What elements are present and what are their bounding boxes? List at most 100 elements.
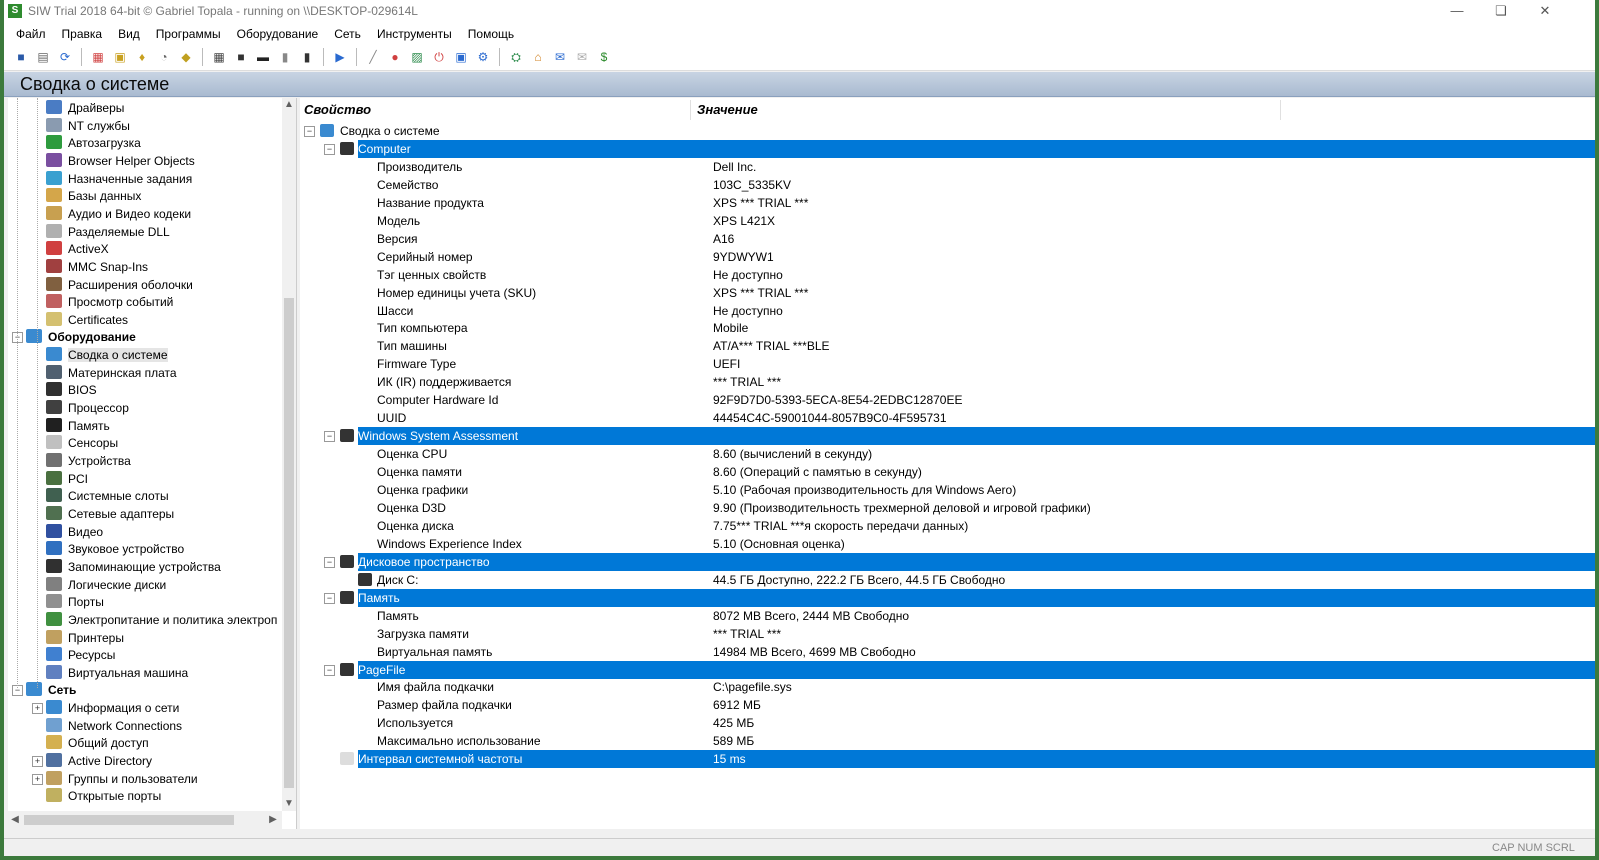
property-row[interactable]: Оценка графики 5.10 (Рабочая производител… (300, 481, 1595, 499)
property-row[interactable]: Максимально использование 589 МБ (300, 732, 1595, 750)
refresh-icon[interactable]: ⟳ (56, 48, 74, 66)
network-map-icon[interactable]: ⛭ (507, 48, 525, 66)
property-row[interactable]: Серийный номер 9YDWYW1 (300, 248, 1595, 266)
property-row[interactable]: Загрузка памяти *** TRIAL *** (300, 625, 1595, 643)
print-icon[interactable]: ▤ (34, 48, 52, 66)
tree-item[interactable]: Базы данных (46, 187, 141, 205)
section-row[interactable]: Computer − (300, 139, 1595, 158)
gear-icon[interactable]: ⚙ (474, 48, 492, 66)
collapse-icon[interactable]: − (304, 126, 315, 137)
menu-item[interactable]: Инструменты (369, 27, 460, 41)
column-divider[interactable] (690, 100, 691, 120)
minimize-button[interactable]: — (1435, 0, 1479, 24)
menu-item[interactable]: Файл (8, 27, 54, 41)
home-icon[interactable]: ⌂ (529, 48, 547, 66)
scroll-up-icon[interactable]: ▲ (282, 98, 296, 112)
section-row[interactable]: Windows System Assessment − (300, 427, 1595, 446)
tree-item[interactable]: Сетевые адаптеры (46, 505, 174, 523)
disk-icon[interactable]: ▮ (298, 48, 316, 66)
property-row[interactable]: Тип машины AT/A*** TRIAL ***BLE (300, 337, 1595, 355)
property-row[interactable]: Производитель Dell Inc. (300, 158, 1595, 176)
tree-vertical-scrollbar[interactable]: ▲ ▼ (282, 98, 296, 811)
property-row[interactable]: Диск C: 44.5 ГБ Доступно, 222.2 ГБ Всего,… (300, 571, 1595, 589)
close-button[interactable]: ✕ (1523, 0, 1567, 24)
scroll-right-icon[interactable]: ▶ (266, 813, 280, 827)
tree-item[interactable]: Запоминающие устройства (46, 558, 221, 576)
tree-item[interactable]: Сводка о системе (46, 346, 168, 364)
property-row[interactable]: Номер единицы учета (SKU) XPS *** TRIAL *… (300, 284, 1595, 302)
property-row[interactable]: Семейство 103C_5335KV (300, 176, 1595, 194)
tree-item[interactable]: Память (46, 417, 110, 435)
menu-item[interactable]: Сеть (326, 27, 369, 41)
scroll-left-icon[interactable]: ◀ (8, 813, 22, 827)
tree-item[interactable]: Certificates (46, 311, 128, 329)
section-row[interactable]: Дисковое пространство − (300, 552, 1595, 571)
tree-item[interactable]: Звуковое устройство (46, 540, 184, 558)
tree-horizontal-scrollbar[interactable]: ◀ ▶ (8, 811, 282, 829)
clock-icon[interactable]: ◔ (155, 48, 173, 66)
property-row[interactable]: Тэг ценных свойств Не доступно (300, 266, 1595, 284)
tree-item[interactable]: Active Directory (46, 752, 152, 770)
property-row[interactable]: UUID 44454C4C-59001044-8057B9C0-4F595731 (300, 409, 1595, 427)
property-row[interactable]: Оценка диска 7.75*** TRIAL ***я скорость … (300, 517, 1595, 535)
globe-icon[interactable]: ● (386, 48, 404, 66)
property-row[interactable]: Firmware Type UEFI (300, 355, 1595, 373)
property-row[interactable]: Имя файла подкачки C:\pagefile.sys (300, 678, 1595, 696)
tree-item[interactable]: BIOS (46, 381, 97, 399)
tree-item[interactable]: ActiveX (46, 240, 109, 258)
tree-item[interactable]: Общий доступ (46, 734, 149, 752)
property-row[interactable]: Computer Hardware Id 92F9D7D0-5393-5ECA-8… (300, 391, 1595, 409)
chip-icon[interactable]: ■ (232, 48, 250, 66)
property-row[interactable]: Оценка памяти 8.60 (Операций с памятью в … (300, 463, 1595, 481)
property-row[interactable]: Windows Experience Index 5.10 (Основная о… (300, 535, 1595, 553)
property-row[interactable]: Оценка D3D 9.90 (Производительность трехм… (300, 499, 1595, 517)
menu-item[interactable]: Вид (110, 27, 148, 41)
dollar-icon[interactable]: $ (595, 48, 613, 66)
tree-item[interactable]: Ресурсы (46, 646, 115, 664)
column-header-value[interactable]: Значение (697, 102, 758, 120)
section-row[interactable]: Интервал системной частоты 15 ms (300, 750, 1595, 769)
property-row[interactable]: Тип компьютера Mobile (300, 319, 1595, 337)
message-icon[interactable]: ✉ (551, 48, 569, 66)
property-row[interactable]: Оценка CPU 8.60 (вычислений в секунду) (300, 445, 1595, 463)
tree-item[interactable]: Открытые порты (46, 787, 161, 805)
memory-icon[interactable]: ▬ (254, 48, 272, 66)
expand-icon[interactable]: + (32, 703, 43, 715)
hscroll-thumb[interactable] (24, 815, 234, 825)
property-row[interactable]: Версия A16 (300, 230, 1595, 248)
tree-item[interactable]: Разделяемые DLL (46, 223, 170, 241)
tree-item[interactable]: Автозагрузка (46, 134, 141, 152)
property-row[interactable]: Модель XPS L421X (300, 212, 1595, 230)
restore-button[interactable]: ❏ (1479, 0, 1523, 24)
column-divider[interactable] (1280, 100, 1281, 120)
screen-icon[interactable]: ▨ (408, 48, 426, 66)
tree-item[interactable]: Назначенные задания (46, 170, 192, 188)
tree-item[interactable]: Browser Helper Objects (46, 152, 195, 170)
tree-item[interactable]: NT службы (46, 117, 130, 135)
section-row[interactable]: PageFile − (300, 660, 1595, 679)
property-row[interactable]: ИК (IR) поддерживается *** TRIAL *** (300, 373, 1595, 391)
scroll-down-icon[interactable]: ▼ (282, 797, 296, 811)
save-icon[interactable]: ■ (12, 48, 30, 66)
root-row[interactable]: Сводка о системе − (300, 122, 1595, 140)
tree-item[interactable]: PCI (46, 470, 88, 488)
tree-item[interactable]: Оборудование (26, 328, 136, 346)
tree-item[interactable]: Системные слоты (46, 487, 169, 505)
tree-item[interactable]: Группы и пользователи (46, 770, 198, 788)
collapse-icon[interactable]: − (324, 664, 335, 676)
tree-item[interactable]: Порты (46, 593, 104, 611)
menu-item[interactable]: Помощь (460, 27, 522, 41)
scroll-thumb[interactable] (284, 298, 294, 788)
expand-icon[interactable]: + (32, 773, 43, 785)
tree-item[interactable]: Логические диски (46, 576, 166, 594)
collapse-icon[interactable]: − (324, 431, 335, 443)
tree-item[interactable]: Аудио и Видео кодеки (46, 205, 191, 223)
tree-item[interactable]: Network Connections (46, 717, 182, 735)
tree-item[interactable]: Виртуальная машина (46, 664, 188, 682)
menu-item[interactable]: Программы (148, 27, 229, 41)
menu-item[interactable]: Оборудование (229, 27, 327, 41)
tree-item[interactable]: MMC Snap-Ins (46, 258, 148, 276)
mail-icon[interactable]: ✉ (573, 48, 591, 66)
tree-item[interactable]: Расширения оболочки (46, 276, 193, 294)
property-row[interactable]: Виртуальная память 14984 MB Всего, 4699 M… (300, 643, 1595, 661)
